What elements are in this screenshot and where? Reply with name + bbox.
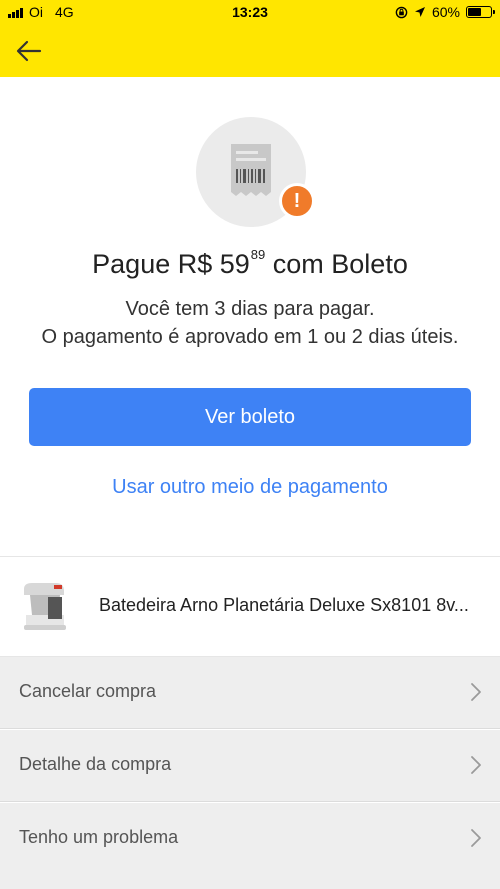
chevron-right-icon: [471, 683, 481, 701]
chevron-right-icon: [471, 756, 481, 774]
title-amount: Pague R$ 59: [92, 249, 250, 279]
payment-deadline: Você tem 3 dias para pagar.: [125, 298, 375, 320]
menu-item-label: Detalhe da compra: [19, 754, 172, 774]
menu-item-label: Cancelar compra: [19, 681, 157, 701]
status-right: 60%: [395, 4, 495, 20]
menu-item-label: Tenho um problema: [19, 827, 179, 847]
chevron-right-icon: [471, 829, 481, 847]
cancel-purchase-item[interactable]: Cancelar compra: [0, 657, 500, 729]
status-bar: Oi 4G 13:23 60%: [0, 0, 500, 24]
view-boleto-button[interactable]: Ver boleto: [29, 388, 471, 446]
exclamation-icon: !: [279, 183, 315, 219]
payment-approval-info: O pagamento é aprovado em 1 ou 2 dias út…: [41, 326, 459, 348]
rotation-lock-icon: [395, 6, 408, 18]
other-payment-method-link[interactable]: Usar outro meio de pagamento: [0, 476, 500, 499]
title-cents: 89: [250, 247, 266, 262]
battery-percent: 60%: [431, 4, 460, 20]
app-bar: [0, 24, 500, 77]
product-name: Batedeira Arno Planetária Deluxe Sx8101 …: [99, 595, 469, 615]
product-row[interactable]: Batedeira Arno Planetária Deluxe Sx8101 …: [0, 557, 500, 656]
back-button[interactable]: [12, 34, 46, 68]
product-thumbnail: [16, 575, 78, 637]
battery-icon: [466, 6, 495, 18]
arrow-left-icon: [16, 40, 42, 62]
receipt-icon: [231, 144, 271, 196]
payment-title: Pague R$ 5989 com Boleto: [0, 247, 500, 280]
title-method: com Boleto: [272, 249, 408, 279]
purchase-detail-item[interactable]: Detalhe da compra: [0, 730, 500, 802]
location-icon: [414, 7, 425, 17]
report-problem-item[interactable]: Tenho um problema: [0, 803, 500, 889]
